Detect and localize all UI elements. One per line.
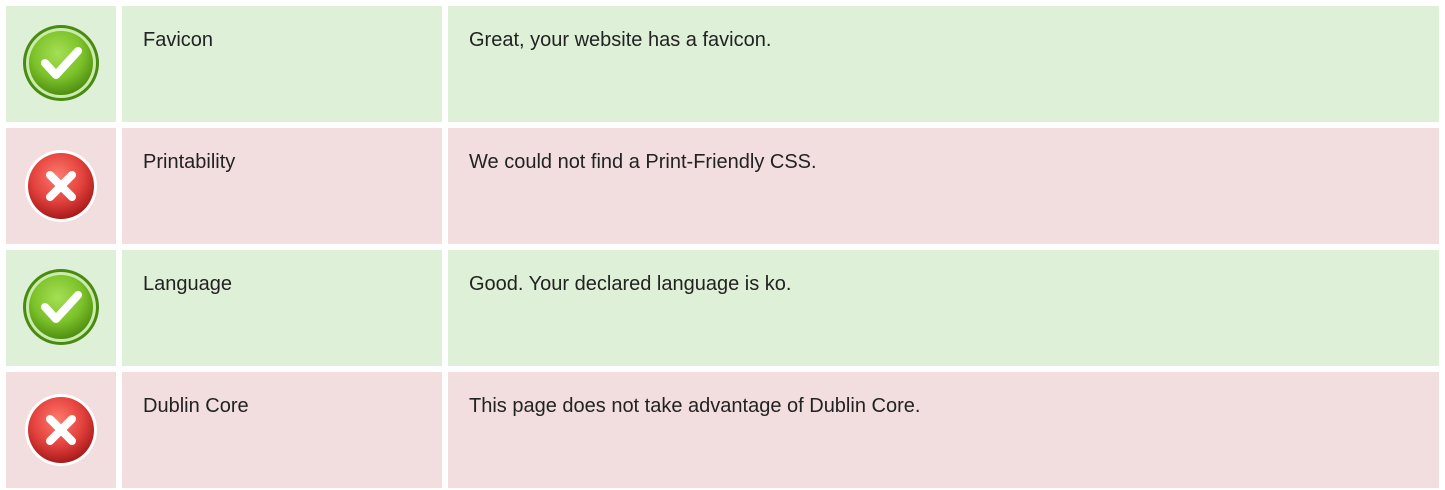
- table-row: Dublin Core This page does not take adva…: [6, 372, 1439, 488]
- check-description: We could not find a Print-Friendly CSS.: [448, 128, 1439, 244]
- check-icon: [21, 23, 101, 103]
- cross-icon: [23, 392, 99, 468]
- audit-results-table: Favicon Great, your website has a favico…: [6, 6, 1439, 488]
- table-row: Printability We could not find a Print-F…: [6, 128, 1439, 244]
- check-name: Printability: [122, 128, 442, 244]
- status-cell: [6, 6, 116, 122]
- check-description: Good. Your declared language is ko.: [448, 250, 1439, 366]
- check-name: Language: [122, 250, 442, 366]
- status-cell: [6, 250, 116, 366]
- check-name: Dublin Core: [122, 372, 442, 488]
- check-description: This page does not take advantage of Dub…: [448, 372, 1439, 488]
- check-icon: [21, 267, 101, 347]
- cross-icon: [23, 148, 99, 224]
- check-name: Favicon: [122, 6, 442, 122]
- status-cell: [6, 372, 116, 488]
- status-cell: [6, 128, 116, 244]
- check-description: Great, your website has a favicon.: [448, 6, 1439, 122]
- table-row: Favicon Great, your website has a favico…: [6, 6, 1439, 122]
- table-row: Language Good. Your declared language is…: [6, 250, 1439, 366]
